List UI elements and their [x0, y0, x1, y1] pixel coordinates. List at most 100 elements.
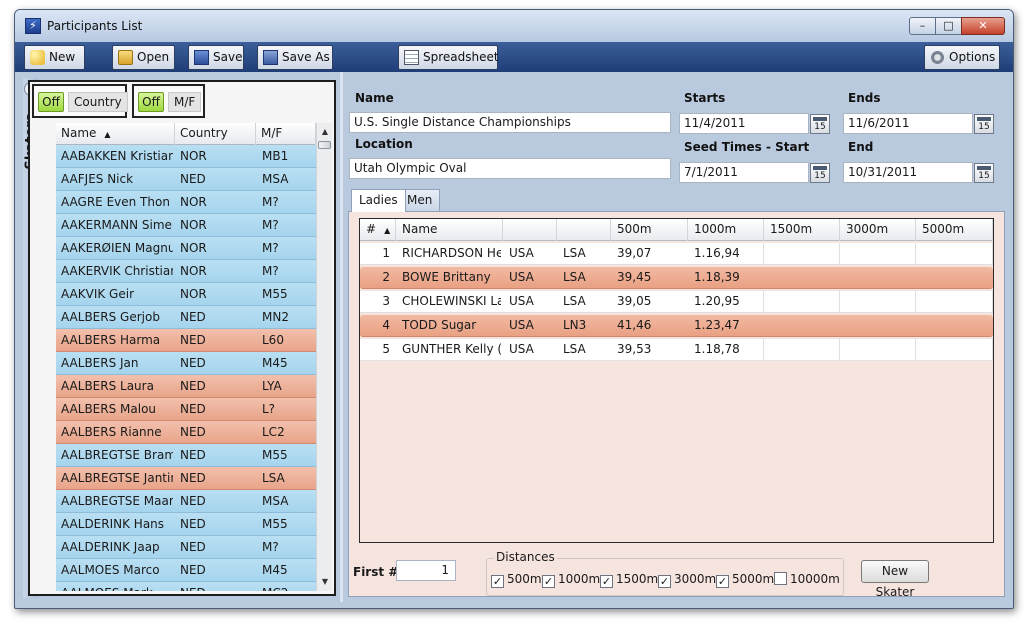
result-country: USA: [509, 342, 534, 356]
skater-row[interactable]: AALMOES Mark NED MC2: [56, 582, 316, 591]
scroll-up-arrow-icon[interactable]: ▲: [319, 127, 331, 139]
result-row[interactable]: 1 RICHARDSON Heather USA LSA 39,07 1.16,94: [360, 243, 993, 265]
checkbox-checked-icon[interactable]: ✓: [600, 575, 613, 588]
skater-row[interactable]: AAKVIK Geir NOR M55: [56, 283, 316, 306]
country-filter-toggle[interactable]: Off: [38, 92, 64, 112]
distance-checkbox-10000m[interactable]: 10000m: [774, 572, 840, 586]
new-skater-button[interactable]: New Skater: [861, 560, 929, 599]
column-header-name[interactable]: Name ▲: [56, 123, 175, 145]
results-column-header[interactable]: Name: [396, 219, 503, 241]
name-label: Name: [355, 91, 394, 105]
checkbox-checked-icon[interactable]: ✓: [658, 575, 671, 588]
skater-category: M?: [262, 241, 279, 255]
options-button[interactable]: Options: [924, 45, 1000, 70]
checkbox-checked-icon[interactable]: ✓: [542, 575, 555, 588]
skater-row[interactable]: AALBREGTSE Jantine NED LSA: [56, 467, 316, 490]
results-column-header[interactable]: 3000m: [840, 219, 916, 241]
starts-date-field[interactable]: 11/4/2011: [679, 113, 809, 134]
skater-row[interactable]: AALBREGTSE Bram NED M55: [56, 444, 316, 467]
skater-row[interactable]: AALBERS Gerjob NED MN2: [56, 306, 316, 329]
checkbox-unchecked-icon[interactable]: [774, 572, 787, 585]
distance-checkbox-1000m[interactable]: ✓ 1000m: [542, 572, 600, 588]
skaters-scrollbar[interactable]: ▲ ▼: [316, 123, 332, 591]
scroll-down-arrow-icon[interactable]: ▼: [319, 577, 331, 589]
open-folder-icon: [118, 50, 133, 65]
column-header-country[interactable]: Country: [175, 123, 256, 145]
distance-checkbox-1500m[interactable]: ✓ 1500m: [600, 572, 658, 588]
results-column-header[interactable]: 1000m: [688, 219, 764, 241]
skater-row[interactable]: AABAKKEN Kristian NOR MB1: [56, 145, 316, 168]
result-row[interactable]: 5 GUNTHER Kelly (8 USA LSA 39,53 1.18,78: [360, 339, 993, 361]
checkbox-checked-icon[interactable]: ✓: [491, 575, 504, 588]
skater-category: M55: [262, 448, 288, 462]
mf-filter-label[interactable]: M/F: [168, 92, 202, 112]
result-skater-name: CHOLEWINSKI Laura: [402, 294, 501, 308]
skater-row[interactable]: AAKERMANN Simen NOR M?: [56, 214, 316, 237]
results-column-header[interactable]: [557, 219, 611, 241]
skater-row[interactable]: AALBERS Harma NED L60: [56, 329, 316, 352]
save-as-button[interactable]: Save As: [257, 45, 333, 70]
ends-date-field[interactable]: 11/6/2011: [843, 113, 973, 134]
result-row[interactable]: 2 BOWE Brittany USA LSA 39,45 1.18,39: [360, 267, 993, 289]
results-column-header[interactable]: 5000m: [916, 219, 993, 241]
results-column-header[interactable]: 500m: [611, 219, 688, 241]
seed-start-calendar-icon[interactable]: 15: [810, 163, 830, 183]
seed-end-calendar-icon[interactable]: 15: [974, 163, 994, 183]
close-button[interactable]: ✕: [961, 17, 1005, 35]
seed-start-label: Seed Times - Start: [684, 140, 810, 154]
result-row[interactable]: 4 TODD Sugar USA LN3 41,46 1.23,47: [360, 315, 993, 337]
save-disk-icon: [194, 50, 209, 65]
location-field[interactable]: Utah Olympic Oval: [349, 158, 671, 179]
save-button[interactable]: Save: [188, 45, 244, 70]
open-button[interactable]: Open: [112, 45, 175, 70]
column-header-mf[interactable]: M/F: [256, 123, 316, 145]
minimize-button[interactable]: –: [909, 17, 936, 35]
skater-row[interactable]: AALBERS Laura NED LYA: [56, 375, 316, 398]
distance-label: 500m: [507, 572, 542, 586]
skater-row[interactable]: AALDERINK Hans NED M55: [56, 513, 316, 536]
distance-checkbox-3000m[interactable]: ✓ 3000m: [658, 572, 716, 588]
checkbox-checked-icon[interactable]: ✓: [716, 575, 729, 588]
panel-splitter[interactable]: [340, 72, 343, 602]
skater-row[interactable]: AALBERS Rianne NED LC2: [56, 421, 316, 444]
skater-row[interactable]: AALBERS Jan NED M45: [56, 352, 316, 375]
skater-row[interactable]: AAKERØIEN Magnus NOR M?: [56, 237, 316, 260]
skater-country: NED: [180, 471, 206, 485]
skater-row[interactable]: AAKERVIK Christian NOR M?: [56, 260, 316, 283]
competition-name-field[interactable]: U.S. Single Distance Championships: [349, 112, 671, 133]
skater-row[interactable]: AALDERINK Jaap NED M?: [56, 536, 316, 559]
skater-row[interactable]: AAFJES Nick NED MSA: [56, 168, 316, 191]
title-bar[interactable]: ⚡ Participants List – □ ✕: [15, 10, 1013, 42]
results-column-header[interactable]: # ▲: [360, 219, 396, 241]
result-row[interactable]: 3 CHOLEWINSKI Laura USA LSA 39,05 1.20,95: [360, 291, 993, 313]
mf-filter-toggle[interactable]: Off: [138, 92, 164, 112]
skater-row[interactable]: AAGRE Even Thon NOR M?: [56, 191, 316, 214]
seed-end-date-field[interactable]: 10/31/2011: [843, 162, 973, 183]
scroll-thumb[interactable]: [318, 141, 331, 149]
seed-start-date-field[interactable]: 7/1/2011: [679, 162, 809, 183]
skater-row[interactable]: AALBERS Malou NED L?: [56, 398, 316, 421]
skater-row[interactable]: AALBREGTSE Maarten NED MSA: [56, 490, 316, 513]
skater-category: LYA: [262, 379, 282, 393]
skater-country: NED: [180, 517, 206, 531]
starts-calendar-icon[interactable]: 15: [810, 114, 830, 134]
country-filter-label[interactable]: Country: [68, 92, 128, 112]
new-button[interactable]: New: [24, 45, 85, 70]
distance-checkbox-5000m[interactable]: ✓ 5000m: [716, 572, 774, 588]
result-number: 3: [382, 294, 390, 308]
results-column-header[interactable]: 1500m: [764, 219, 840, 241]
ends-calendar-icon[interactable]: 15: [974, 114, 994, 134]
skater-row[interactable]: AALMOES Marco NED M45: [56, 559, 316, 582]
first-number-field[interactable]: 1: [396, 560, 456, 581]
skater-country: NED: [180, 582, 256, 591]
distance-checkbox-500m[interactable]: ✓ 500m: [491, 572, 542, 588]
result-country: USA: [509, 246, 534, 260]
spreadsheet-button[interactable]: Spreadsheet: [398, 45, 499, 70]
spreadsheet-button-label: Spreadsheet: [423, 50, 499, 64]
skater-country: NOR: [180, 218, 207, 232]
skater-category: MSA: [262, 172, 289, 186]
tab-ladies[interactable]: Ladies: [351, 189, 406, 212]
maximize-button[interactable]: □: [935, 17, 962, 35]
results-column-header[interactable]: [503, 219, 557, 241]
skater-name: AALBERS Gerjob: [61, 310, 160, 324]
